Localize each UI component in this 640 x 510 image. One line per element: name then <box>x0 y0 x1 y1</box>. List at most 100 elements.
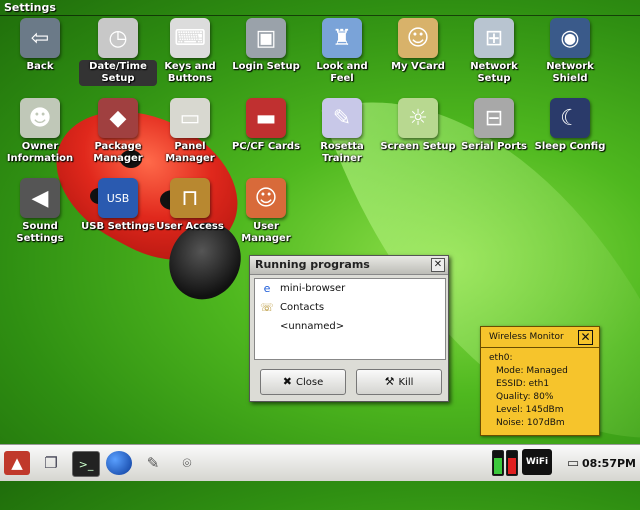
kill-button[interactable]: ⚒ Kill <box>356 369 442 395</box>
app-sleep-config[interactable]: ☾ Sleep Config <box>530 98 610 166</box>
menu-icon[interactable]: ▲ <box>4 451 30 475</box>
wifi-icon[interactable]: WiFi <box>522 449 552 475</box>
speaker-icon: ◀ <box>20 178 60 218</box>
browser-icon: e <box>263 282 271 295</box>
app-owner-information[interactable]: ☻ Owner Information <box>0 98 80 166</box>
wireless-info-line: Noise: 107dBm <box>496 418 565 428</box>
running-programs-dialog: Running programs ✕ e mini-browser ☏ Contact… <box>249 255 449 402</box>
app-label: Owner Information <box>6 141 74 164</box>
battery-green-icon[interactable] <box>492 450 504 476</box>
app-screen-setup[interactable]: ☼ Screen Setup <box>378 98 458 166</box>
app-my-vcard[interactable]: ☺ My VCard <box>378 18 458 86</box>
notepad-icon[interactable]: ✎ <box>140 451 166 475</box>
app-label: PC/CF Cards <box>231 141 301 152</box>
tie-icon: ♜ <box>322 18 362 58</box>
program-list: e mini-browser ☏ Contacts <unnamed> <box>254 278 446 360</box>
wireless-info-line: Mode: Managed <box>496 366 568 376</box>
program-label: Contacts <box>280 302 325 313</box>
app-label: Panel Manager <box>165 141 215 164</box>
app-rosetta-trainer[interactable]: ✎ Rosetta Trainer <box>302 98 382 166</box>
wireless-info-line: Quality: 80% <box>496 392 554 402</box>
program-label: <unnamed> <box>280 321 345 332</box>
wireless-monitor-title: Wireless Monitor <box>489 332 564 342</box>
app-user-access[interactable]: ⊓ User Access <box>150 178 230 246</box>
app-network-shield[interactable]: ◉ Network Shield <box>530 18 610 86</box>
x-icon: ✖ <box>282 375 292 388</box>
globe-icon[interactable] <box>106 451 132 475</box>
camera-icon[interactable]: ⌾ <box>174 451 200 475</box>
wireless-close-icon[interactable]: ✕ <box>578 330 593 345</box>
close-button[interactable]: ✖ Close <box>260 369 346 395</box>
clock-icon: ◷ <box>98 18 138 58</box>
contacts-icon: ☏ <box>260 301 274 314</box>
dialog-close-icon[interactable]: ✕ <box>431 258 445 272</box>
app-package-manager[interactable]: ◆ Package Manager <box>78 98 158 166</box>
window-title: Settings <box>4 1 56 14</box>
app-keys-and-buttons[interactable]: ⌨ Keys and Buttons <box>150 18 230 86</box>
usb-icon: USB <box>98 178 138 218</box>
app-serial-ports[interactable]: ⊟ Serial Ports <box>454 98 534 166</box>
dialog-titlebar: Running programs ✕ <box>250 256 448 275</box>
wireless-info-line: eth0: <box>489 353 513 363</box>
app-label: Serial Ports <box>461 141 527 152</box>
title-divider <box>0 15 640 16</box>
app-label: Look and Feel <box>316 61 368 84</box>
app-panel-manager[interactable]: ▭ Panel Manager <box>150 98 230 166</box>
back-folder-icon: ⇦ <box>20 18 60 58</box>
kill-icon: ⚒ <box>384 375 395 388</box>
wireless-monitor-titlebar: Wireless Monitor ✕ <box>481 327 599 348</box>
terminal-icon[interactable]: >_ <box>72 451 100 477</box>
pcmcia-card-icon: ▬ <box>246 98 286 138</box>
program-label: mini-browser <box>280 283 346 294</box>
app-login-setup[interactable]: ▣ Login Setup <box>226 18 306 86</box>
padlock-icon: ⊓ <box>170 178 210 218</box>
wireless-monitor-popup: Wireless Monitor ✕ eth0: Mode: Managed ESS… <box>480 326 600 436</box>
app-label: Keys and Buttons <box>164 61 216 84</box>
app-label: Date/Time Setup <box>79 60 157 86</box>
pen-icon: ✎ <box>322 98 362 138</box>
app-pc-cf-cards[interactable]: ▬ PC/CF Cards <box>226 98 306 166</box>
battery-red-icon[interactable] <box>506 450 518 476</box>
app-label: Sound Settings <box>16 221 64 244</box>
app-label: User Access <box>156 221 224 232</box>
app-label: Rosetta Trainer <box>320 141 364 164</box>
app-label: Sleep Config <box>534 141 606 152</box>
app-usb-settings[interactable]: USB USB Settings <box>78 178 158 246</box>
app-label: Back <box>26 61 54 72</box>
serial-port-icon: ⊟ <box>474 98 514 138</box>
vcard-icon: ☺ <box>398 18 438 58</box>
globe-shield-icon: ◉ <box>550 18 590 58</box>
moon-monitor-icon: ☾ <box>550 98 590 138</box>
wireless-info-line: ESSID: eth1 <box>496 379 550 389</box>
app-label: Network Setup <box>470 61 518 84</box>
app-label: User Manager <box>241 221 291 244</box>
wifi-label: WiFi <box>525 456 549 467</box>
wireless-info-line: Level: 145dBm <box>496 405 564 415</box>
app-look-and-feel[interactable]: ♜ Look and Feel <box>302 18 382 86</box>
panel-icon: ▭ <box>170 98 210 138</box>
windows-icon[interactable]: ❐ <box>38 451 64 475</box>
clock[interactable]: 08:57PM <box>582 457 636 470</box>
program-list-item[interactable]: <unnamed> <box>255 318 445 336</box>
dialog-title: Running programs <box>255 258 370 271</box>
taskbar: ▲ ❐ >_ ✎ ⌾ WiFi ▭ 08:57PM <box>0 444 640 481</box>
app-label: Package Manager <box>93 141 143 164</box>
program-list-item[interactable]: ☏ Contacts <box>255 299 445 317</box>
keys-icon: ⌨ <box>170 18 210 58</box>
app-label: My VCard <box>391 61 445 72</box>
app-user-manager[interactable]: ☺ User Manager <box>226 178 306 246</box>
owner-icon: ☻ <box>20 98 60 138</box>
computer-icon: ▣ <box>246 18 286 58</box>
app-label: USB Settings <box>81 221 155 232</box>
wireless-info: eth0: Mode: Managed ESSID: eth1 Quality: 80… <box>481 348 599 430</box>
package-icon: ◆ <box>98 98 138 138</box>
app-label: Screen Setup <box>380 141 456 152</box>
lightbulb-icon: ☼ <box>398 98 438 138</box>
app-network-setup[interactable]: ⊞ Network Setup <box>454 18 534 86</box>
app-date-time-setup[interactable]: ◷ Date/Time Setup <box>78 18 158 86</box>
app-label: Login Setup <box>232 61 300 72</box>
program-list-item[interactable]: e mini-browser <box>255 280 445 298</box>
users-icon: ☺ <box>246 178 286 218</box>
app-back[interactable]: ⇦ Back <box>0 18 80 86</box>
app-sound-settings[interactable]: ◀ Sound Settings <box>0 178 80 246</box>
